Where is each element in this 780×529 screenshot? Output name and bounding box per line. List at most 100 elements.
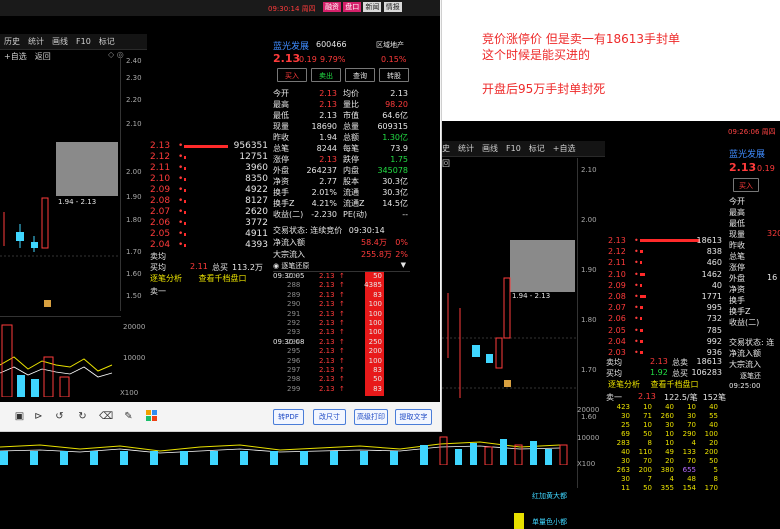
stat-value: 2.13 — [319, 100, 337, 109]
front-depth-link[interactable]: 查看千档盘口 — [199, 274, 247, 283]
undo-icon[interactable]: ↺ — [53, 410, 66, 423]
back-depth-link[interactable]: 查看千档盘口 — [651, 380, 699, 389]
front-title-time: 09:30:14 周四 — [268, 5, 316, 13]
order-dot: • — [178, 196, 184, 206]
buy-button[interactable]: 买入 — [277, 68, 307, 82]
transfer-button[interactable]: 转股 — [379, 68, 409, 82]
front-axis-tick: 1.60 — [126, 270, 142, 278]
order-dot: • — [178, 240, 184, 250]
to-pdf-button[interactable]: 转PDF — [273, 409, 304, 425]
back-event-icon[interactable] — [504, 380, 511, 387]
tab-intel[interactable]: 情报 — [383, 2, 402, 12]
back-weibi-label: 卖均 — [606, 358, 622, 367]
back-grid-cell: 30 — [687, 412, 696, 420]
stat-value: 264237 — [306, 166, 337, 175]
toolbar-history[interactable]: 历史 — [4, 34, 20, 49]
back-grid-cell: 71 — [643, 412, 652, 420]
resize-button[interactable]: 改尺寸 — [313, 409, 346, 425]
order-book-row: 2.04 • 4393 — [148, 240, 270, 251]
front-vol-axis-tick: 10000 — [123, 354, 146, 362]
sell-button[interactable]: 卖出 — [311, 68, 341, 82]
flow-label: 大宗流入 — [273, 250, 305, 259]
fill-row: 290 2.13 ↑ 100 — [273, 300, 410, 309]
tab-news[interactable]: 新闻 — [363, 2, 382, 12]
order-volume-bar — [184, 156, 186, 159]
back-stats-value-2: 16 — [767, 273, 778, 282]
redo-icon[interactable]: ↻ — [76, 410, 89, 423]
fill-volume: 200 — [368, 347, 382, 356]
front-vol-axis-tick: 20000 — [123, 323, 146, 331]
order-volume-bar — [184, 244, 186, 247]
back-grid-row: 69 50 10 290 100 — [606, 430, 726, 439]
stat-value: 98.20 — [385, 100, 408, 109]
order-price: 2.08 — [150, 196, 171, 206]
back-order-dot: • — [634, 258, 639, 268]
back-order-dot: • — [634, 236, 639, 245]
back-toolbar-draw[interactable]: 画线 — [482, 141, 498, 156]
back-stat-row: 换手Z — [729, 306, 780, 317]
back-grid-cell: 70 — [687, 421, 696, 429]
fill-price: 2.13 — [319, 337, 335, 346]
back-grid-cell: 154 — [682, 484, 696, 492]
fill-seq: 297 — [287, 366, 301, 374]
back-order-dot: • — [634, 269, 639, 279]
back-grid-cell: 355 — [660, 484, 674, 492]
back-order-volume-bar — [640, 272, 645, 276]
back-stat-label: 最低 — [729, 219, 745, 228]
video-icon[interactable]: ▣ — [13, 410, 26, 423]
back-grid-row: 30 70 20 70 50 — [606, 457, 726, 466]
back-grid-cell: 55 — [709, 412, 718, 420]
tab-quote[interactable]: 盘口 — [343, 2, 362, 12]
advanced-print-button[interactable]: 高级打印 — [354, 409, 388, 425]
stat-label: 总额 — [343, 133, 359, 142]
fill-price: 2.13 — [319, 384, 335, 393]
fill-volume: 100 — [368, 300, 382, 309]
order-volume-bar — [184, 233, 186, 236]
front-candle — [41, 197, 49, 249]
order-volume-bar — [184, 145, 228, 148]
edit-icon[interactable]: ✎ — [122, 410, 135, 423]
back-grid-cell: 49 — [665, 448, 674, 456]
back-toolbar-watchlist[interactable]: +自选 — [553, 141, 576, 156]
toolbar-stats[interactable]: 统计 — [28, 34, 44, 49]
stats-row: 最低 2.13 市值 64.6亿 — [273, 110, 410, 121]
stat-value: 18690 — [311, 122, 337, 131]
toolbar-f10[interactable]: F10 — [76, 34, 91, 49]
order-dot: • — [178, 141, 184, 151]
front-axis-tick: 1.80 — [126, 216, 142, 224]
back-stats-value: 320 — [767, 229, 780, 238]
back-tick-analysis-link[interactable]: 逐笔分析 — [608, 380, 640, 389]
play-icon[interactable]: ⊳ — [32, 410, 45, 423]
tab-margin[interactable]: 融资 — [323, 2, 341, 12]
front-flows: 净流入额 58.4万 0% 大宗流入 255.8万 2% — [273, 237, 410, 261]
order-book-row: 2.08 • 8127 — [148, 196, 270, 207]
stat-value: 8244 — [316, 144, 337, 153]
back-legend-bar — [514, 513, 524, 529]
back-grid-cell: 290 — [682, 430, 696, 438]
extract-text-button[interactable]: 提取文字 — [395, 409, 432, 425]
apps-icon[interactable] — [145, 410, 158, 423]
back-toolbar-f10[interactable]: F10 — [506, 141, 521, 156]
ticks-filter-icon[interactable]: ▼ — [401, 261, 406, 269]
trash-icon[interactable]: ⌫ — [99, 410, 113, 423]
order-dot: • — [178, 152, 184, 162]
back-order-volume-bar — [640, 306, 643, 310]
toolbar-mark[interactable]: 标记 — [99, 34, 115, 49]
fill-price: 2.13 — [319, 309, 335, 318]
annotation-line-1: 竞价涨停价 但是卖一有18613手封单 — [482, 32, 680, 46]
fill-row: 296 2.13 ↑ 100 — [273, 357, 410, 366]
back-stat-label: 净资 — [729, 285, 745, 294]
back-order-volume-bar — [640, 261, 642, 265]
back-buy-button[interactable]: 买入 — [733, 178, 759, 192]
front-tick-analysis-link[interactable]: 逐笔分析 — [150, 274, 182, 283]
back-toolbar-stats[interactable]: 统计 — [458, 141, 474, 156]
front-event-icon[interactable] — [44, 300, 51, 307]
order-price: 2.09 — [150, 185, 171, 195]
back-grid-cell: 70 — [643, 457, 652, 465]
order-book-row: 2.13 • 956351 — [148, 141, 270, 152]
order-volume: 8127 — [245, 196, 268, 206]
query-button[interactable]: 查询 — [345, 68, 375, 82]
order-volume: 3772 — [245, 218, 268, 228]
toolbar-draw[interactable]: 画线 — [52, 34, 68, 49]
back-toolbar-mark[interactable]: 标记 — [529, 141, 545, 156]
